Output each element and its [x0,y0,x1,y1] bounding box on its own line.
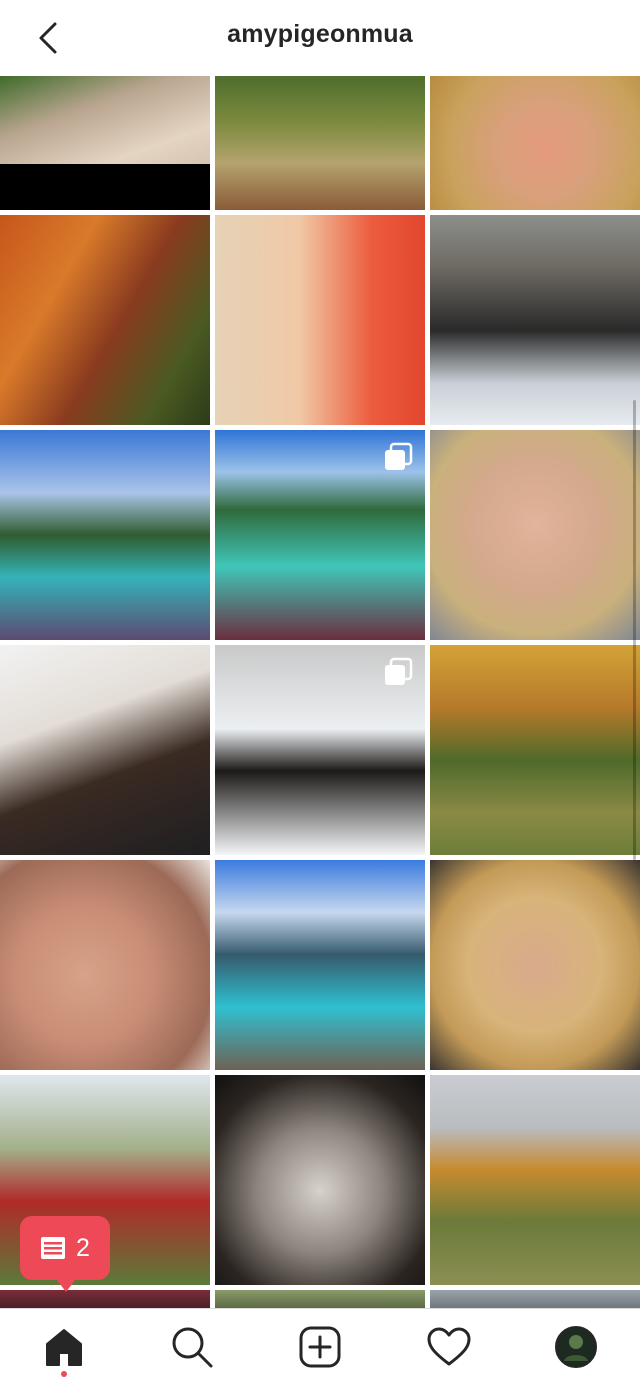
add-post-icon [299,1326,341,1368]
tab-activity[interactable] [425,1323,473,1371]
tile-red-lips-closeup[interactable] [430,430,640,640]
tile-autumn-field-dog[interactable] [430,645,640,855]
notification-count: 2 [76,1233,90,1262]
bottom-tab-bar [0,1308,640,1387]
home-icon [46,1329,82,1366]
scroll-indicator [633,400,636,860]
tile-autumn-plaid-portrait[interactable] [0,215,210,425]
activity-notification-bubble[interactable]: 2 [20,1216,110,1292]
tile-partial-1[interactable] [0,1290,210,1308]
tile-lake-sunglasses[interactable] [0,430,210,640]
tile-skull-makeup[interactable] [215,1075,425,1285]
tile-ice-rink-dog[interactable] [430,215,640,425]
tile-smokey-eye[interactable] [0,860,210,1070]
tile-partial-2[interactable] [215,1290,425,1308]
tile-dock-lake[interactable] [215,860,425,1070]
tab-profile[interactable] [552,1323,600,1371]
tile-city-hill-dog[interactable] [430,1075,640,1285]
tab-home[interactable] [40,1323,88,1371]
profile-username: amypigeonmua [227,20,413,48]
heart-icon [427,1327,471,1366]
tile-lake-smile[interactable] [215,430,425,640]
tile-puppy-hug[interactable] [0,645,210,855]
multiple-photos-icon [385,657,413,685]
tile-closeup-pink-lips[interactable] [430,76,640,210]
tile-puppy-snow[interactable] [215,645,425,855]
tile-black-band [0,164,210,210]
tile-partial-3[interactable] [430,1290,640,1308]
tab-search[interactable] [168,1323,216,1371]
photo-grid [0,76,640,1308]
tile-face-paint-eye[interactable] [0,76,210,210]
post-notification-icon [41,1237,66,1259]
profile-avatar-icon [555,1326,597,1368]
tile-white-dress-forest[interactable] [215,76,425,210]
home-notification-dot [61,1371,67,1377]
tile-orange-bg-brush[interactable] [215,215,425,425]
multiple-photos-icon [385,442,413,470]
tile-curls-portrait[interactable] [430,860,640,1070]
search-icon [172,1327,213,1368]
top-bar: amypigeonmua [0,0,640,76]
tab-new-post[interactable] [296,1323,344,1371]
